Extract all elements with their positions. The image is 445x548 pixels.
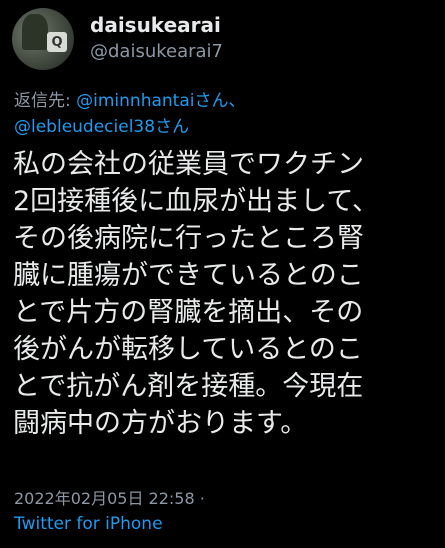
tweet-line: 2回接種後に血尿が出まして、 bbox=[13, 186, 380, 217]
reply-mention-iminnhantai[interactable]: @iminnhantaiさん、 bbox=[76, 91, 245, 111]
tweet-line: 闘病中の方がおります。 bbox=[13, 408, 308, 439]
tweet-line: 後がんが転移しているとのこ bbox=[13, 334, 363, 365]
avatar-q-mark: Q bbox=[47, 32, 67, 52]
tweet-line: その後病院に行ったところ腎 bbox=[13, 223, 364, 254]
avatar-tree-image bbox=[22, 14, 48, 50]
display-name[interactable]: daisukearai bbox=[90, 13, 223, 37]
tweet-timestamp[interactable]: 2022年02月05日 22:58 · bbox=[14, 488, 205, 510]
tweet-header: Q daisukearai @daisukearai7 bbox=[12, 8, 223, 70]
avatar[interactable]: Q bbox=[12, 8, 74, 70]
tweet-line: とで片方の腎臓を摘出、その bbox=[13, 297, 364, 328]
reply-to: 返信先: @iminnhantaiさん、 @lebleudeciel38さん bbox=[14, 88, 434, 140]
tweet-line: 臓に腫瘍ができているとのこ bbox=[13, 260, 364, 291]
tweet-source-link[interactable]: Twitter for iPhone bbox=[14, 512, 163, 536]
user-names: daisukearai @daisukearai7 bbox=[90, 13, 223, 65]
tweet-text: 私の会社の従業員でワクチン 2回接種後に血尿が出まして、 その後病院に行ったとこ… bbox=[13, 146, 438, 442]
user-handle[interactable]: @daisukearai7 bbox=[90, 39, 223, 65]
tweet-line: とで抗がん剤を接種。今現在 bbox=[13, 371, 364, 402]
reply-mention-lebleudeciel38[interactable]: @lebleudeciel38さん bbox=[14, 117, 189, 137]
reply-prefix: 返信先: bbox=[14, 91, 77, 111]
tweet-line: 私の会社の従業員でワクチン bbox=[13, 149, 364, 180]
